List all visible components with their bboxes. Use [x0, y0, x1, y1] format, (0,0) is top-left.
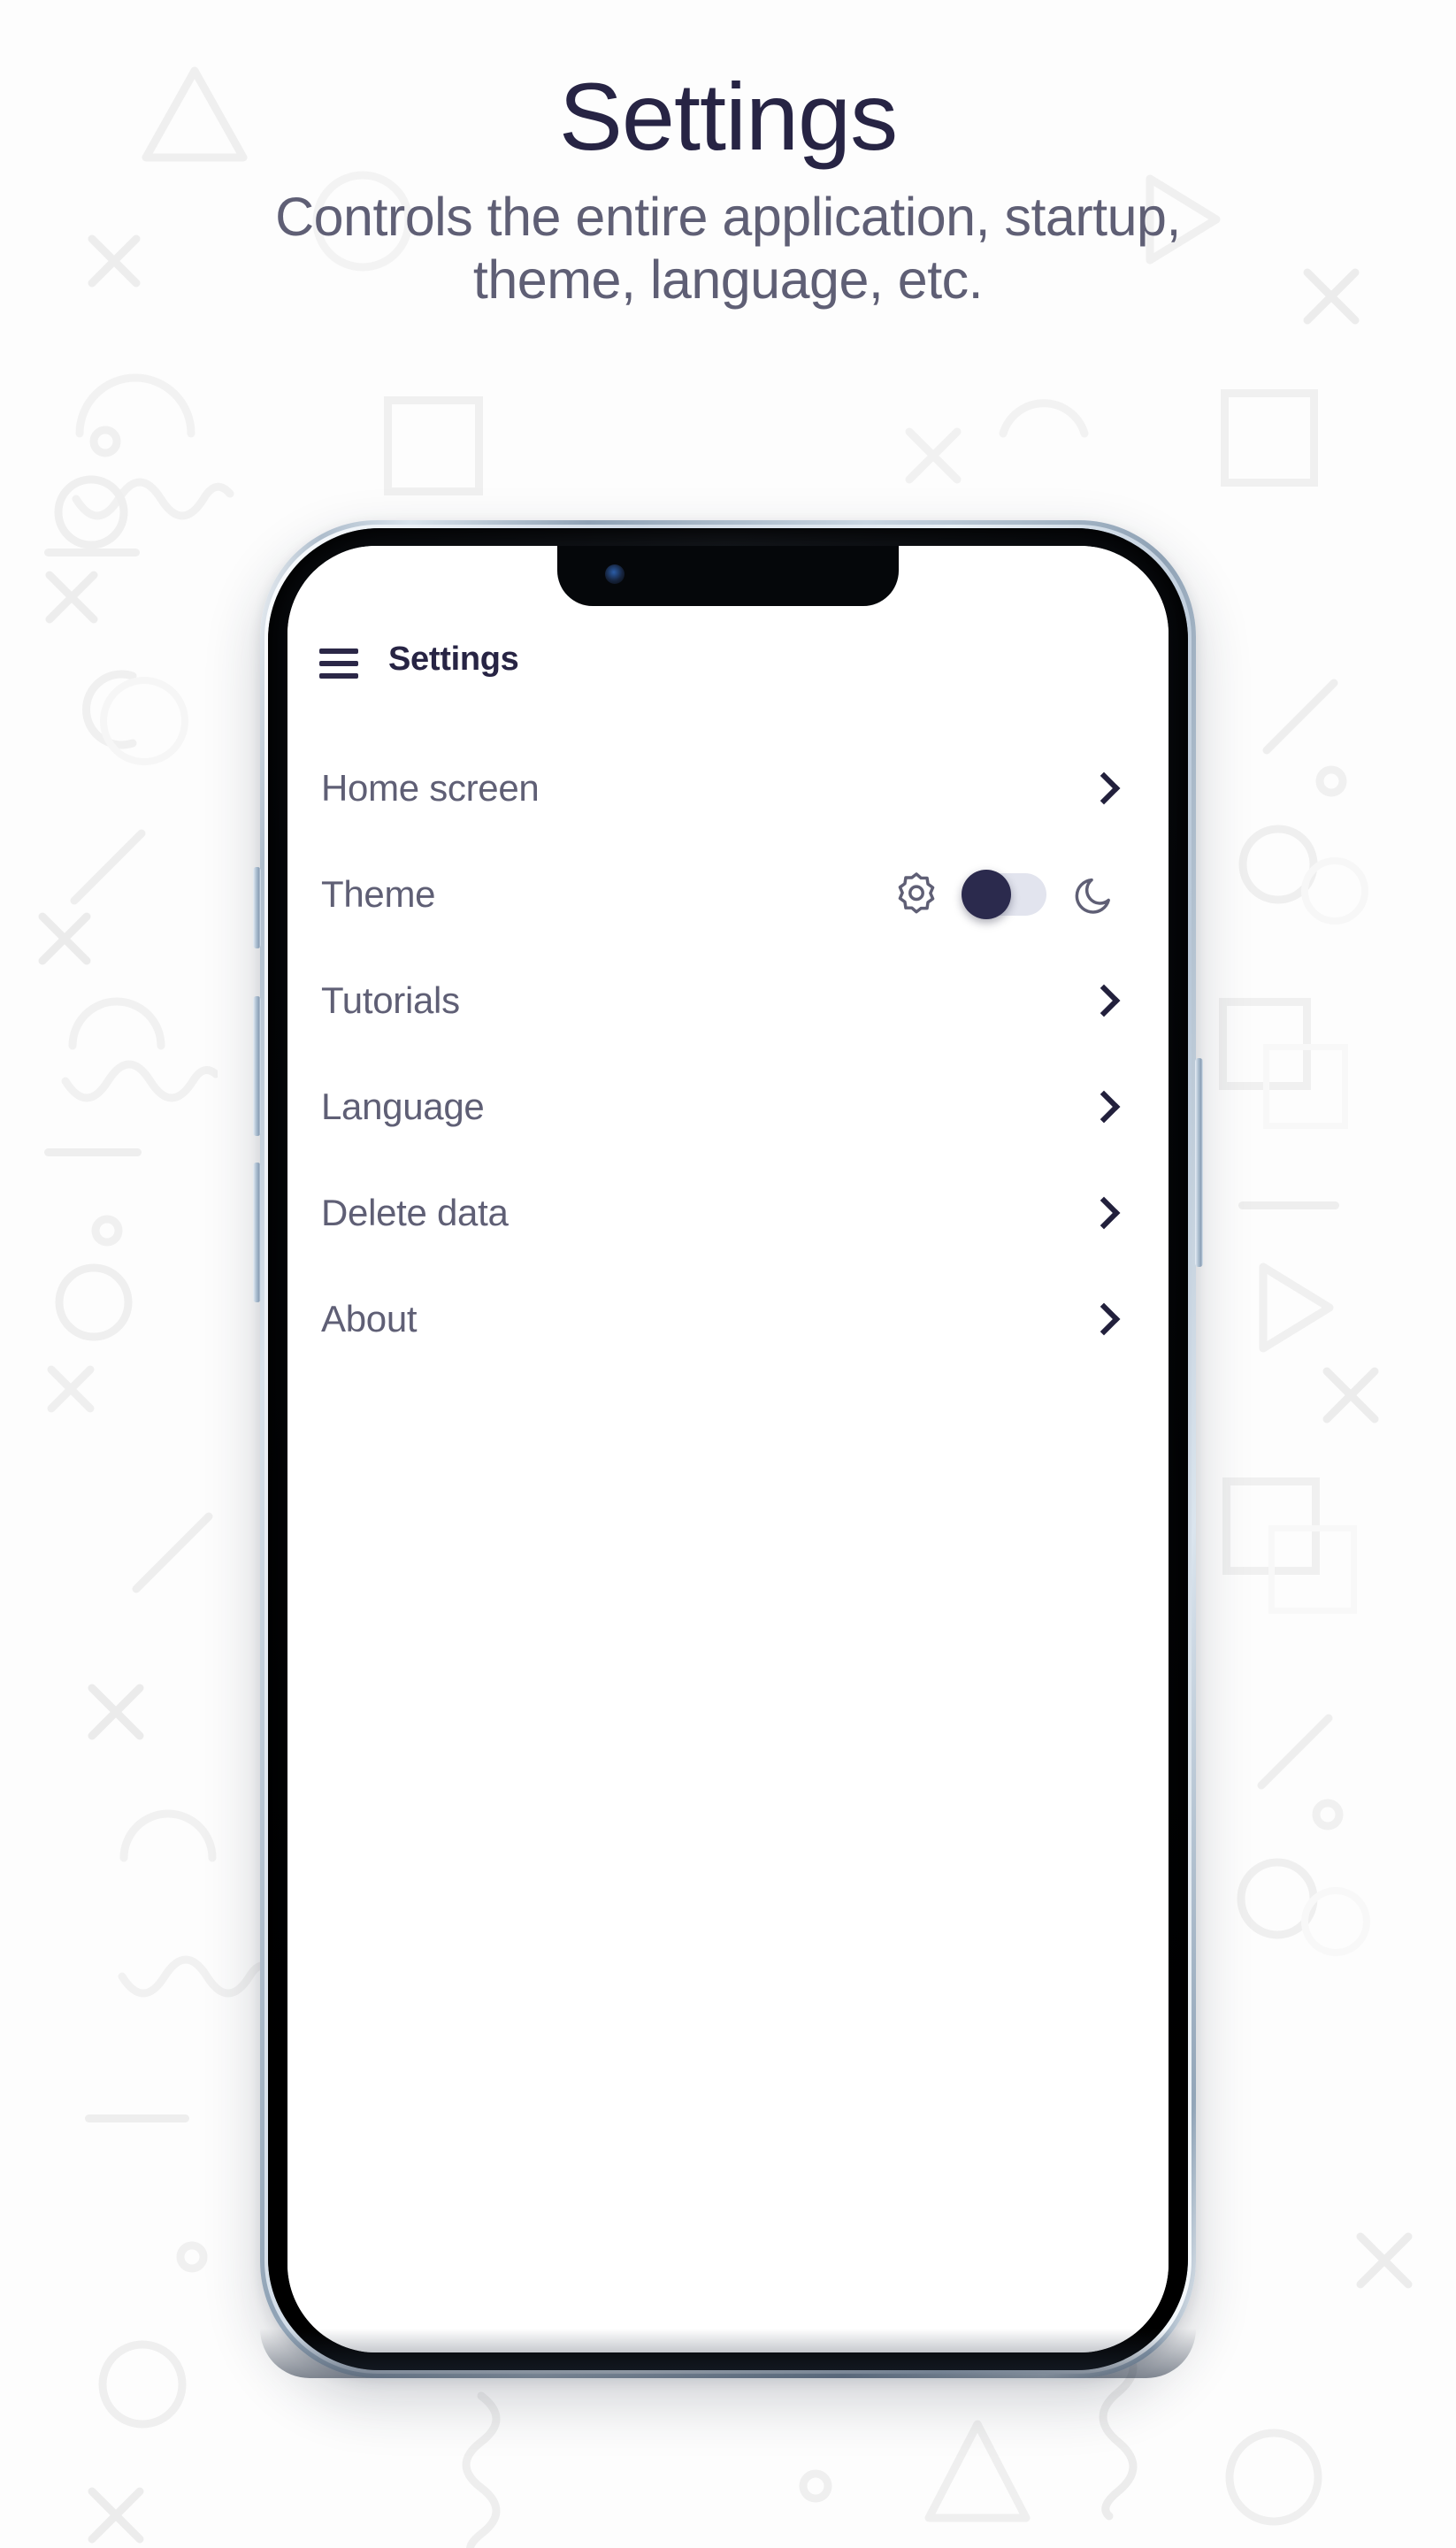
volume-down-button[interactable] [253, 1163, 261, 1302]
circle-outline-icon [55, 1263, 133, 1341]
triangle-outline-icon [924, 2420, 1031, 2522]
headline-block: Settings Controls the entire application… [0, 0, 1456, 311]
chevron-right-icon[interactable] [1087, 1090, 1121, 1124]
horizontal-line-icon [44, 1148, 142, 1156]
horizontal-line-icon [85, 2114, 189, 2122]
horizontal-line-icon [44, 549, 140, 556]
phone-screen: Settings Home screen Theme Tutorials Lan… [287, 546, 1169, 2352]
horizontal-line-icon [1238, 1201, 1339, 1209]
small-ring-icon [799, 2469, 832, 2503]
sun-icon[interactable] [893, 871, 940, 918]
hamburger-menu-icon[interactable] [319, 649, 358, 679]
small-ring-icon [91, 1215, 123, 1247]
settings-row-theme[interactable]: Theme [287, 841, 1169, 948]
screenshot-root: Settings Controls the entire application… [0, 0, 1456, 2548]
arc-icon [68, 997, 165, 1050]
settings-row-label: Home screen [321, 767, 540, 809]
settings-row-tutorials[interactable]: Tutorials [287, 948, 1169, 1054]
settings-row-label: About [321, 1298, 418, 1339]
x-mark-icon [45, 571, 98, 624]
theme-switch-knob[interactable] [962, 870, 1011, 919]
circle-outline-icon [54, 475, 128, 549]
x-mark-icon [88, 1684, 144, 1740]
diagonal-line-icon [1262, 679, 1338, 755]
app-bar-title: Settings [388, 641, 519, 678]
x-mark-icon [88, 2487, 144, 2544]
volume-up-button[interactable] [253, 996, 261, 1136]
wave-squiggle-icon [61, 1060, 218, 1102]
circle-outline-icon [100, 677, 188, 765]
settings-row-label: Language [321, 1086, 485, 1127]
chevron-right-icon[interactable] [1087, 984, 1121, 1017]
page-title: Settings [558, 63, 898, 170]
small-ring-icon [1312, 1799, 1344, 1830]
square-outline-icon [1219, 998, 1311, 1090]
diagonal-line-icon [70, 829, 146, 905]
chevron-right-icon[interactable] [1087, 1196, 1121, 1230]
small-ring-icon [89, 426, 121, 457]
circle-outline-icon [1238, 825, 1318, 904]
moon-icon[interactable] [1071, 871, 1119, 918]
wave-squiggle-icon [118, 1955, 274, 1998]
phone-notch [557, 546, 899, 606]
circle-outline-icon [1225, 2429, 1322, 2526]
theme-switch-toggle[interactable] [962, 870, 1046, 919]
settings-row-home-screen[interactable]: Home screen [287, 735, 1169, 841]
page-subtitle: Controls the entire application, startup… [275, 187, 1181, 310]
front-camera-icon [605, 564, 625, 584]
circle-outline-icon [1237, 1858, 1318, 1939]
theme-toggle-group[interactable] [893, 870, 1119, 919]
diagonal-line-icon [132, 1512, 213, 1593]
square-outline-icon [1263, 1044, 1348, 1129]
circle-outline-icon [1301, 1887, 1370, 1956]
play-triangle-icon [1259, 1262, 1334, 1353]
x-mark-icon [47, 1365, 95, 1413]
phone-mockup: Settings Home screen Theme Tutorials Lan… [253, 520, 1203, 2378]
settings-row-delete-data[interactable]: Delete data [287, 1160, 1169, 1266]
arc-icon [82, 670, 137, 749]
settings-row-label: Tutorials [321, 979, 460, 1021]
chevron-right-icon[interactable] [1087, 771, 1121, 805]
diagonal-line-icon [1257, 1714, 1333, 1790]
circle-outline-icon [1301, 857, 1368, 925]
square-outline-icon [1222, 1477, 1320, 1575]
square-outline-icon [1221, 389, 1318, 487]
square-outline-icon [384, 396, 483, 495]
settings-app: Settings Home screen Theme Tutorials Lan… [287, 546, 1169, 2352]
small-ring-icon [176, 2241, 208, 2273]
wave-squiggle-icon [72, 478, 234, 520]
arc-icon [999, 399, 1089, 438]
arc-icon [75, 373, 195, 438]
square-outline-icon [1268, 1525, 1357, 1614]
power-button[interactable] [1195, 1058, 1203, 1267]
x-mark-icon [1356, 2232, 1413, 2289]
x-mark-icon [905, 427, 962, 484]
silence-switch-button[interactable] [253, 867, 261, 948]
settings-list: Home screen Theme Tutorials Language Del… [287, 695, 1169, 2352]
settings-row-language[interactable]: Language [287, 1054, 1169, 1160]
settings-row-about[interactable]: About [287, 1266, 1169, 1372]
arc-icon [119, 1809, 217, 1862]
settings-row-label: Theme [321, 873, 436, 915]
small-ring-icon [1315, 765, 1347, 797]
settings-row-label: Delete data [321, 1192, 509, 1233]
x-mark-icon [1322, 1367, 1379, 1424]
chevron-right-icon[interactable] [1087, 1302, 1121, 1336]
circle-outline-icon [98, 2340, 187, 2429]
wave-squiggle-icon [462, 2391, 501, 2548]
x-mark-icon [38, 912, 91, 965]
